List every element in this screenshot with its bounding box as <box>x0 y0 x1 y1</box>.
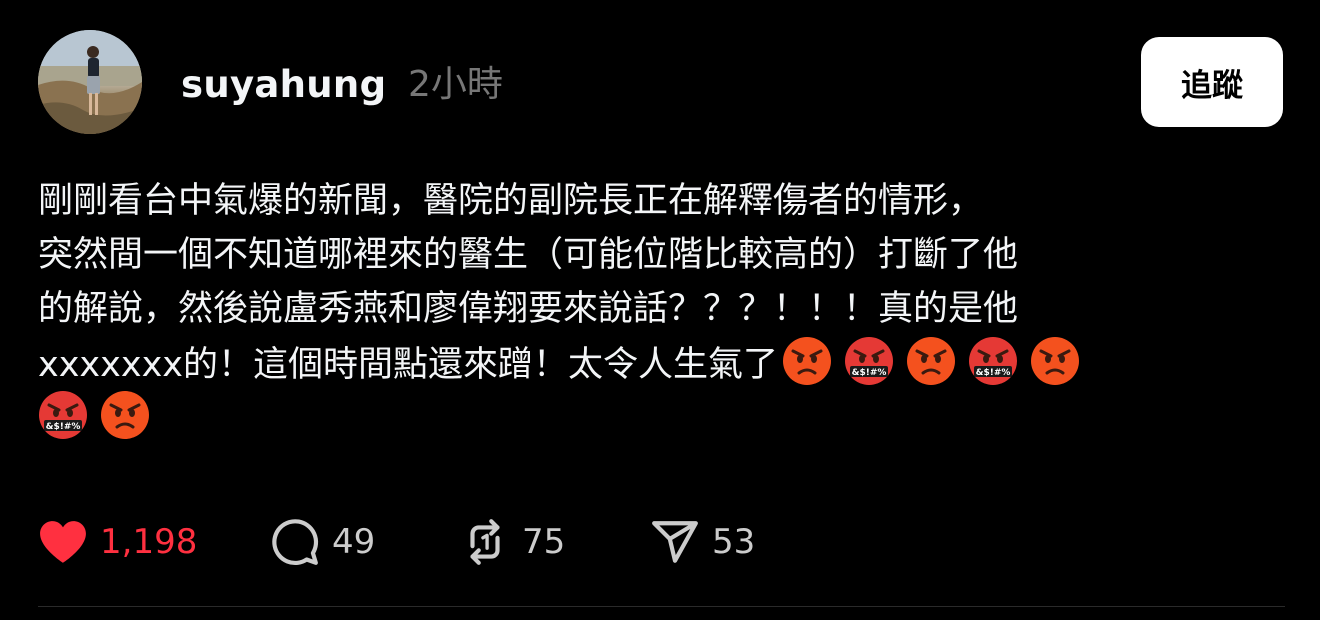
post-actions: 1,198 49 75 53 <box>38 512 840 572</box>
post-text-line-with-emojis: xxxxxxx的！這個時間點還來蹭！太令人生氣了 &$!#% &$!#% <box>38 336 1288 390</box>
angry-face-emoji <box>782 336 832 386</box>
username[interactable]: suyahung <box>181 60 386 110</box>
post-text-line: 剛剛看台中氣爆的新聞，醫院的副院長正在解釋傷者的情形， <box>38 181 984 221</box>
comment-button[interactable]: 49 <box>270 517 460 567</box>
repost-icon <box>470 519 500 565</box>
repost-count: 75 <box>522 522 566 562</box>
svg-text:&$!#%: &$!#% <box>852 368 887 378</box>
follow-button[interactable]: 追蹤 <box>1141 37 1283 127</box>
heart-icon <box>40 521 86 563</box>
svg-text:&$!#%: &$!#% <box>976 368 1011 378</box>
post-text-line: 突然間一個不知道哪裡來的醫生（可能位階比較高的）打斷了他 <box>38 235 1019 275</box>
angry-face-emoji <box>906 336 956 386</box>
comment-icon <box>272 519 319 566</box>
comment-count: 49 <box>332 522 376 562</box>
emoji-group: &$!#% <box>38 390 162 440</box>
svg-text:&$!#%: &$!#% <box>46 422 81 432</box>
emoji-group: &$!#% &$!#% <box>782 336 1092 386</box>
avatar[interactable] <box>38 30 142 134</box>
post-text: 剛剛看台中氣爆的新聞，醫院的副院長正在解釋傷者的情形， 突然間一個不知道哪裡來的… <box>38 174 1288 444</box>
divider <box>38 606 1285 607</box>
repost-button[interactable]: 75 <box>460 517 650 567</box>
angry-face-emoji <box>100 390 150 440</box>
cursing-face-emoji: &$!#% <box>968 336 1018 386</box>
post-text-line: 的解說，然後說盧秀燕和廖偉翔要來說話？？？！！！真的是他 <box>38 289 1019 329</box>
angry-face-emoji <box>1030 336 1080 386</box>
like-count: 1,198 <box>100 522 198 562</box>
share-count: 53 <box>712 522 756 562</box>
post-emoji-line: &$!#% <box>38 390 1288 444</box>
cursing-face-emoji: &$!#% <box>844 336 894 386</box>
send-icon <box>652 521 698 563</box>
post-timestamp: 2小時 <box>408 64 503 105</box>
avatar-photo <box>38 30 142 134</box>
cursing-face-emoji: &$!#% <box>38 390 88 440</box>
like-button[interactable]: 1,198 <box>38 519 270 565</box>
threads-post: suyahung 2小時 追蹤 剛剛看台中氣爆的新聞，醫院的副院長正在解釋傷者的… <box>0 0 1320 620</box>
share-button[interactable]: 53 <box>650 517 840 567</box>
post-text-line: xxxxxxx的！這個時間點還來蹭！太令人生氣了 <box>38 345 778 385</box>
